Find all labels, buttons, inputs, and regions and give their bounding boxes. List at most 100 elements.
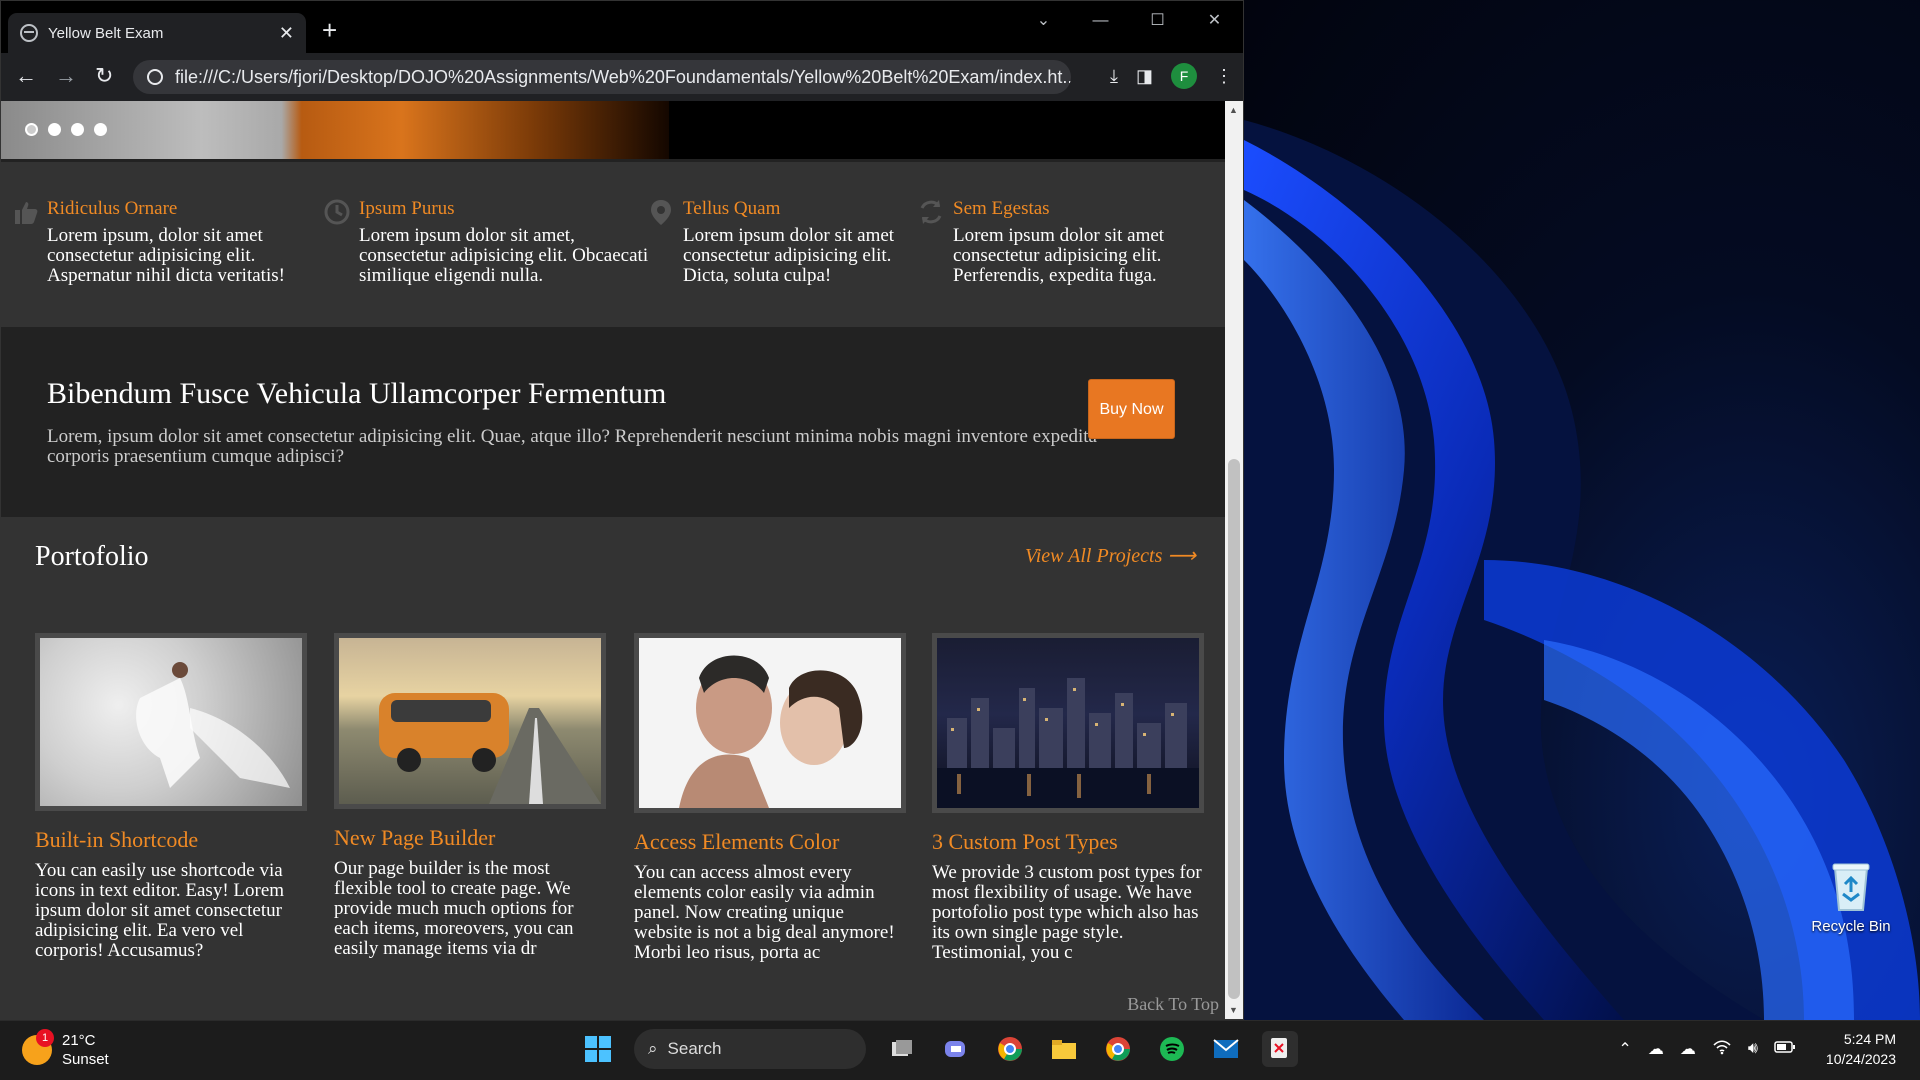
teams-chat-icon[interactable] [938, 1031, 974, 1067]
feature-text: Lorem ipsum dolor sit amet consectetur a… [683, 225, 895, 286]
slider-dot-2[interactable] [48, 123, 61, 136]
slider-dot-4[interactable] [94, 123, 107, 136]
system-clock[interactable]: 5:24 PM 10/24/2023 [1826, 1029, 1896, 1069]
map-pin-icon [651, 200, 671, 225]
file-explorer-icon[interactable] [1046, 1031, 1082, 1067]
weather-sunset-icon: 1 [22, 1029, 54, 1065]
battery-icon[interactable] [1774, 1040, 1796, 1059]
back-to-top-link[interactable]: Back To Top [1127, 994, 1219, 1015]
slider-dot-1[interactable] [25, 123, 38, 136]
wifi-icon[interactable] [1712, 1039, 1732, 1060]
page-scrollbar[interactable]: ▲ ▼ [1225, 101, 1243, 1019]
buy-now-button[interactable]: Buy Now [1088, 379, 1175, 439]
couple-image [639, 638, 901, 808]
portfolio-section: Portofolio View All Projects ⟶ Built-in … [1, 517, 1225, 1019]
scroll-down-arrow-icon[interactable]: ▼ [1229, 1005, 1238, 1015]
recycle-bin-label: Recycle Bin [1811, 918, 1891, 935]
search-label: Search [667, 1039, 722, 1058]
portfolio-card-text: You can access almost every elements col… [634, 862, 895, 963]
notification-badge: 1 [36, 1029, 54, 1047]
globe-icon [20, 24, 38, 42]
new-tab-button[interactable]: + [322, 15, 337, 46]
browser-toolbar: ← → ↻ file:///C:/Users/fjori/Desktop/DOJ… [1, 53, 1243, 101]
view-all-projects-link[interactable]: View All Projects ⟶ [1025, 543, 1196, 568]
dancer-image [40, 638, 302, 806]
portfolio-image-frame [932, 633, 1204, 813]
reload-icon[interactable]: ↻ [95, 63, 113, 89]
cta-title: Bibendum Fusce Vehicula Ullamcorper Ferm… [47, 377, 667, 410]
tab-close-icon[interactable]: ✕ [279, 23, 294, 44]
tab-search-button[interactable]: ⌄ [1015, 7, 1072, 35]
weather-widget[interactable]: 1 21°C Sunset [22, 1029, 109, 1069]
site-info-icon[interactable] [147, 69, 163, 85]
windows-start-icon[interactable] [580, 1031, 616, 1067]
clock-icon [324, 199, 350, 225]
feature-ridiculus-ornare: Ridiculus Ornare Lorem ipsum, dolor sit … [15, 198, 317, 286]
slider-dots [25, 123, 107, 136]
portfolio-image-frame [35, 633, 307, 811]
cloud-icon[interactable]: ☁ [1680, 1039, 1696, 1059]
portfolio-title: Portofolio [35, 541, 149, 572]
slider-dot-3[interactable] [71, 123, 84, 136]
taskbar-apps: ⌕ Search [580, 1029, 1298, 1069]
url-text: file:///C:/Users/fjori/Desktop/DOJO%20As… [175, 66, 1071, 87]
cta-text: Lorem, ipsum dolor sit amet consectetur … [47, 426, 1097, 467]
recycle-bin[interactable]: Recycle Bin [1806, 860, 1896, 935]
clock-time: 5:24 PM [1843, 1031, 1896, 1047]
system-tray: ⌃ ☁ ☁ 🔊︎ 5:24 PM 10/24/2023 [1618, 1029, 1896, 1069]
snipping-tool-icon[interactable] [1262, 1031, 1298, 1067]
feature-tellus-quam: Tellus Quam Lorem ipsum dolor sit amet c… [651, 198, 923, 286]
feature-ipsum-purus: Ipsum Purus Lorem ipsum dolor sit amet, … [324, 198, 649, 286]
weather-description: Sunset [62, 1051, 109, 1068]
portfolio-card-3-custom-post-types[interactable]: 3 Custom Post Types We provide 3 custom … [932, 633, 1204, 963]
page-viewport: Ridiculus Ornare Lorem ipsum, dolor sit … [1, 101, 1225, 1019]
hero-slider [1, 101, 1225, 159]
window-controls: ⌄ — ☐ ✕ [1015, 7, 1243, 35]
close-window-button[interactable]: ✕ [1186, 7, 1243, 35]
portfolio-card-text: Our page builder is the most flexible to… [334, 858, 574, 959]
portfolio-card-title[interactable]: Built-in Shortcode [35, 827, 307, 853]
address-bar[interactable]: file:///C:/Users/fjori/Desktop/DOJO%20As… [133, 60, 1071, 94]
side-panel-icon[interactable]: ◨ [1136, 66, 1153, 87]
feature-text: Lorem ipsum dolor sit amet consectetur a… [953, 225, 1165, 286]
clock-date: 10/24/2023 [1825, 1051, 1896, 1067]
feature-title: Sem Egestas [953, 198, 1050, 219]
portfolio-card-new-page-builder[interactable]: New Page Builder Our page builder is the… [334, 633, 606, 959]
maximize-button[interactable]: ☐ [1129, 7, 1186, 35]
portfolio-card-title[interactable]: Access Elements Color [634, 829, 906, 855]
chevron-up-icon[interactable]: ⌃ [1618, 1039, 1631, 1059]
scroll-up-arrow-icon[interactable]: ▲ [1229, 105, 1238, 115]
volume-icon[interactable]: 🔊︎ [1748, 1040, 1758, 1058]
portfolio-card-title[interactable]: 3 Custom Post Types [932, 829, 1204, 855]
spotify-icon[interactable] [1154, 1031, 1190, 1067]
portfolio-card-built-in-shortcode[interactable]: Built-in Shortcode You can easily use sh… [35, 633, 307, 961]
feature-text: Lorem ipsum dolor sit amet, consectetur … [359, 225, 649, 286]
minimize-button[interactable]: — [1072, 7, 1129, 35]
portfolio-card-title[interactable]: New Page Builder [334, 825, 606, 851]
scrollbar-thumb[interactable] [1228, 459, 1240, 999]
portfolio-card-access-elements-color[interactable]: Access Elements Color You can access alm… [634, 633, 906, 963]
profile-avatar[interactable]: F [1171, 63, 1197, 89]
menu-kebab-icon[interactable]: ⋮ [1215, 66, 1233, 87]
mail-icon[interactable] [1208, 1031, 1244, 1067]
taskbar-search[interactable]: ⌕ Search [634, 1029, 866, 1069]
portfolio-image-frame [334, 633, 606, 809]
chrome-icon[interactable] [1100, 1031, 1136, 1067]
browser-window: Yellow Belt Exam ✕ + ⌄ — ☐ ✕ ← → ↻ file:… [0, 0, 1244, 1020]
weather-temperature: 21°C [62, 1032, 96, 1049]
chrome-profile-icon[interactable] [992, 1031, 1028, 1067]
back-arrow-icon[interactable]: ← [15, 63, 37, 89]
tab-title: Yellow Belt Exam [48, 24, 164, 42]
feature-sem-egestas: Sem Egestas Lorem ipsum dolor sit amet c… [920, 198, 1193, 286]
thumbs-up-icon [15, 202, 38, 224]
recycle-bin-icon [1829, 860, 1873, 912]
download-icon[interactable]: ⤓ [1110, 66, 1118, 87]
onedrive-icon[interactable]: ☁ [1648, 1039, 1664, 1059]
feature-title: Tellus Quam [683, 198, 781, 219]
task-view-icon[interactable] [884, 1031, 920, 1067]
call-to-action-section: Bibendum Fusce Vehicula Ullamcorper Ferm… [1, 327, 1225, 517]
forward-arrow-icon[interactable]: → [55, 63, 77, 89]
taskbar: 1 21°C Sunset ⌕ Search ⌃ ☁ ☁ 🔊︎ 5:24 PM … [0, 1020, 1920, 1080]
features-section: Ridiculus Ornare Lorem ipsum, dolor sit … [1, 159, 1225, 327]
tab-yellow-belt-exam[interactable]: Yellow Belt Exam ✕ [8, 13, 306, 53]
